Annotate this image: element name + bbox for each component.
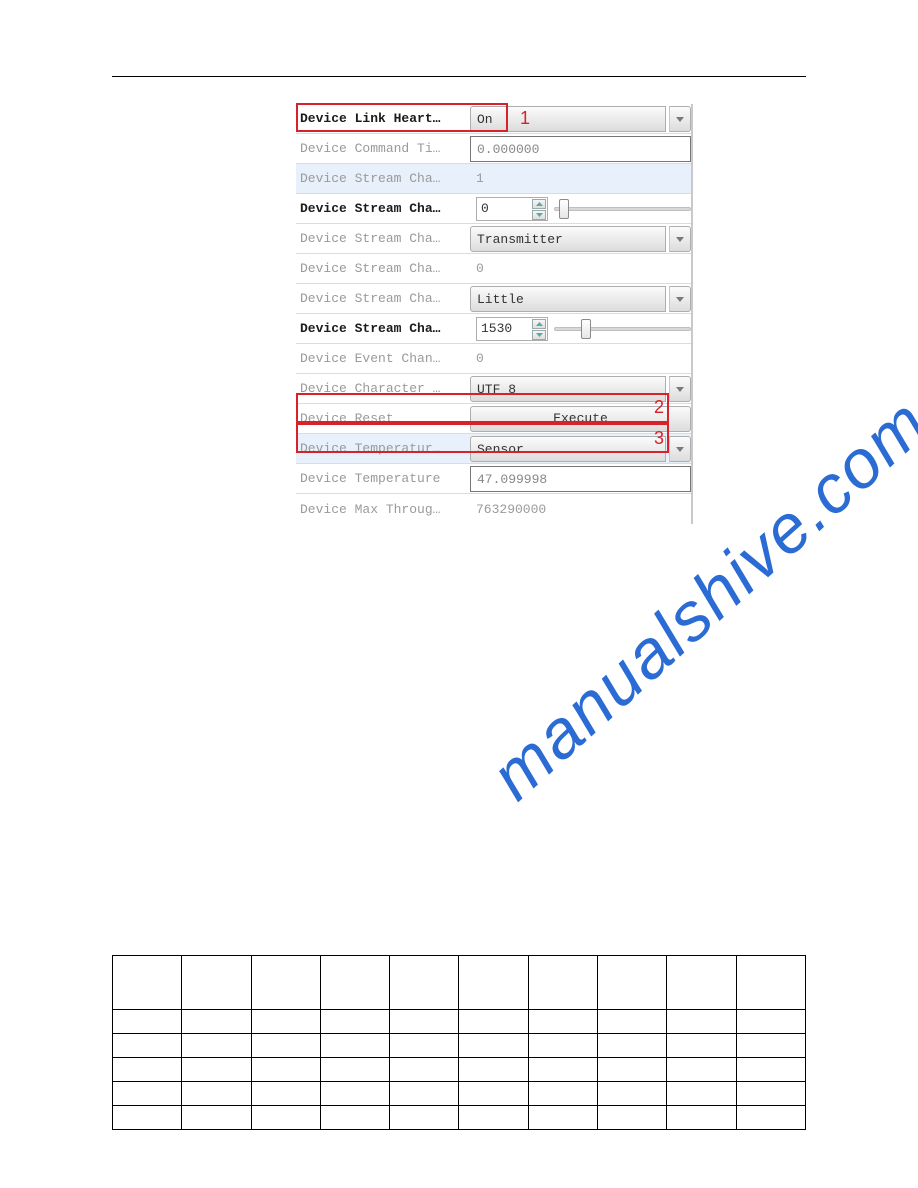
spinner-down-icon[interactable] — [532, 330, 546, 340]
spinner-input-1530[interactable]: 1530 — [476, 317, 548, 341]
row-device-stream-cha-0: Device Stream Cha… 0 — [296, 254, 691, 284]
label-device-command-ti: Device Command Ti… — [296, 134, 470, 163]
dropdown-little[interactable]: Little — [470, 286, 691, 312]
page-top-rule — [112, 76, 806, 77]
row-device-stream-cha-1: Device Stream Cha… 1 — [296, 164, 691, 194]
slider-1530[interactable] — [554, 316, 691, 342]
annotation-number-3: 3 — [654, 428, 664, 449]
value-device-stream-cha-0: 0 — [470, 254, 691, 283]
row-device-character: Device Character … UTF 8 — [296, 374, 691, 404]
dropdown-device-link-heart[interactable]: On — [470, 106, 691, 132]
bottom-table — [112, 955, 806, 1130]
spinner-slider-group-1530: 1530 — [470, 314, 691, 343]
spinner-buttons-0[interactable] — [532, 199, 546, 220]
value-device-event-chan: 0 — [470, 344, 691, 373]
row-device-stream-cha-spin1530: Device Stream Cha… 1530 — [296, 314, 691, 344]
dropdown-value: On — [470, 106, 666, 132]
row-device-temperatur-sensor: Device Temperatur… Sensor — [296, 434, 691, 464]
value-device-stream-cha-1: 1 — [470, 164, 691, 193]
label-device-event-chan: Device Event Chan… — [296, 344, 470, 373]
row-device-temperature: Device Temperature 47.099998 — [296, 464, 691, 494]
label-device-stream-cha-0: Device Stream Cha… — [296, 254, 470, 283]
table-row — [113, 1010, 806, 1034]
dropdown-value: Sensor — [470, 436, 666, 462]
slider-0[interactable] — [554, 196, 691, 222]
row-device-max-throug: Device Max Throug… 763290000 — [296, 494, 691, 524]
table-row — [113, 1082, 806, 1106]
chevron-down-icon[interactable] — [669, 436, 691, 462]
value-device-max-throug: 763290000 — [470, 494, 691, 524]
row-device-event-chan: Device Event Chan… 0 — [296, 344, 691, 374]
row-device-stream-cha-spin0: Device Stream Cha… 0 — [296, 194, 691, 224]
table-row — [113, 1034, 806, 1058]
spinner-value-1530: 1530 — [481, 321, 512, 336]
label-device-max-throug: Device Max Throug… — [296, 494, 470, 524]
spinner-value-0: 0 — [481, 201, 489, 216]
dropdown-transmitter[interactable]: Transmitter — [470, 226, 691, 252]
slider-track — [554, 327, 691, 331]
label-device-stream-cha-1: Device Stream Cha… — [296, 164, 470, 193]
annotation-number-1: 1 — [520, 108, 530, 129]
row-device-link-heart: Device Link Heart… On — [296, 104, 691, 134]
slider-thumb[interactable] — [581, 319, 591, 339]
label-device-stream-cha-transmitter: Device Stream Cha… — [296, 224, 470, 253]
spinner-buttons-1530[interactable] — [532, 319, 546, 340]
chevron-down-icon[interactable] — [669, 376, 691, 402]
dropdown-value: Little — [470, 286, 666, 312]
chevron-down-icon[interactable] — [669, 286, 691, 312]
label-device-temperature: Device Temperature — [296, 464, 470, 493]
table-row — [113, 1058, 806, 1082]
spinner-slider-group-0: 0 — [470, 194, 691, 223]
table-row — [113, 956, 806, 1010]
row-device-stream-cha-transmitter: Device Stream Cha… Transmitter — [296, 224, 691, 254]
row-device-reset: Device Reset Execute — [296, 404, 691, 434]
row-device-command-ti: Device Command Ti… 0.000000 — [296, 134, 691, 164]
label-device-stream-cha-little: Device Stream Cha… — [296, 284, 470, 313]
label-device-stream-cha-spin0: Device Stream Cha… — [296, 194, 470, 223]
row-device-stream-cha-little: Device Stream Cha… Little — [296, 284, 691, 314]
label-device-reset: Device Reset — [296, 404, 470, 433]
chevron-down-icon[interactable] — [669, 226, 691, 252]
label-device-stream-cha-spin1530: Device Stream Cha… — [296, 314, 470, 343]
table-row — [113, 1106, 806, 1130]
dropdown-value: Transmitter — [470, 226, 666, 252]
spinner-up-icon[interactable] — [532, 199, 546, 209]
dropdown-value: UTF 8 — [470, 376, 666, 402]
label-device-link-heart: Device Link Heart… — [296, 104, 470, 133]
device-settings-panel: Device Link Heart… On Device Command Ti…… — [296, 104, 693, 524]
slider-track — [554, 207, 691, 211]
chevron-down-icon[interactable] — [669, 106, 691, 132]
slider-thumb[interactable] — [559, 199, 569, 219]
input-device-command-ti[interactable]: 0.000000 — [470, 136, 691, 162]
annotation-number-2: 2 — [654, 397, 664, 418]
input-device-temperature[interactable]: 47.099998 — [470, 466, 691, 492]
spinner-input-0[interactable]: 0 — [476, 197, 548, 221]
label-device-character: Device Character … — [296, 374, 470, 403]
label-device-temperatur-sensor: Device Temperatur… — [296, 434, 470, 463]
spinner-down-icon[interactable] — [532, 210, 546, 220]
spinner-up-icon[interactable] — [532, 319, 546, 329]
